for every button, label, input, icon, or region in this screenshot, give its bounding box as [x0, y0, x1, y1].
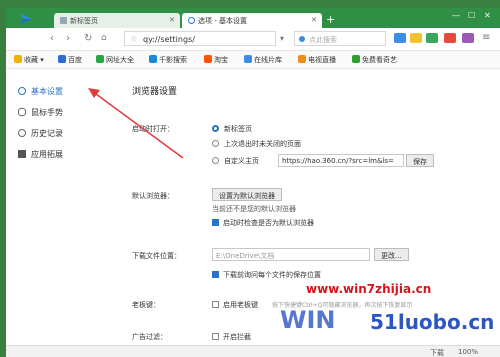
radio-selected-icon — [212, 125, 219, 132]
browser-window: 新标签页 ✕ 选项 - 基本设置 ✕ + — ☐ ✕ ‹ › ↻ ⌂ ☆ qy:… — [6, 8, 500, 357]
default-browser-label: 默认浏览器： — [132, 192, 174, 200]
address-bar[interactable]: ☆ qy://settings/ — [124, 31, 276, 46]
gear-icon — [18, 87, 26, 95]
gear-icon — [188, 17, 195, 24]
default-browser-note: 当前还不是您的默认浏览器 — [212, 205, 296, 213]
check-default-on-startup[interactable]: 启动时检查是否为默认浏览器 — [212, 218, 314, 228]
forward-icon[interactable]: › — [66, 33, 70, 44]
bookmark-item[interactable]: 电视直播 — [298, 55, 336, 65]
checkbox-checked-icon — [212, 271, 219, 278]
checkbox-icon — [212, 333, 219, 340]
bookmark-item[interactable]: 在线片库 — [244, 55, 282, 65]
bookmarks-bar: 收藏 ▾ 百度 网址大全 千影搜索 淘宝 在线片库 电视直播 免费看奇艺 — [6, 51, 500, 69]
tab-label: 选项 - 基本设置 — [198, 17, 247, 25]
close-window-icon[interactable]: ✕ — [484, 11, 491, 20]
refresh-icon[interactable]: ↻ — [84, 33, 92, 44]
apps-grid-icon — [18, 150, 26, 158]
homepage-url-input[interactable]: https://hao.360.cn/?src=lm&ls= — [278, 154, 404, 167]
radio-icon — [212, 157, 219, 164]
settings-sidebar: 基本设置 鼠标手势 历史记录 应用拓展 — [6, 69, 104, 349]
sidebar-item-mouse-gestures[interactable]: 鼠标手势 — [18, 107, 63, 118]
screen-icon[interactable] — [426, 33, 438, 43]
dropdown-icon[interactable]: ▾ — [280, 34, 284, 43]
radio-custom-home[interactable]: 自定义主页 — [212, 156, 259, 166]
svg-text:WIN: WIN — [280, 306, 336, 334]
maximize-icon[interactable]: ☐ — [468, 11, 475, 20]
star-icon[interactable]: ☆ — [130, 34, 137, 43]
search-input[interactable]: 点此搜索 — [294, 31, 386, 46]
checkbox-icon — [212, 301, 219, 308]
browser-logo-icon — [20, 14, 32, 24]
video-icon — [352, 55, 360, 63]
ad-filter-label: 广告过滤： — [132, 333, 167, 341]
star-icon — [14, 55, 22, 63]
mouse-icon — [18, 108, 26, 116]
checkbox-checked-icon — [212, 219, 219, 226]
clock-icon — [18, 129, 26, 137]
tab-label: 新标签页 — [70, 17, 98, 25]
home-icon[interactable]: ⌂ — [101, 33, 107, 43]
ask-save-location-checkbox[interactable]: 下载前询问每个文件的保存位置 — [212, 270, 321, 280]
search-icon — [149, 55, 157, 63]
site-icon — [96, 55, 104, 63]
back-icon[interactable]: ‹ — [50, 33, 54, 44]
status-bar: 下载 100% — [6, 345, 500, 357]
minimize-icon[interactable]: — — [452, 11, 460, 20]
sidebar-item-history[interactable]: 历史记录 — [18, 128, 63, 139]
tab-bar: 新标签页 ✕ 选项 - 基本设置 ✕ + — ☐ ✕ — [6, 8, 500, 28]
zoom-level[interactable]: 100% — [458, 348, 478, 356]
tab-new-tab[interactable]: 新标签页 ✕ — [54, 13, 180, 28]
watermark-url: www.win7zhijia.cn — [306, 282, 432, 296]
close-tab-icon[interactable]: ✕ — [169, 16, 175, 24]
address-text: qy://settings/ — [143, 35, 195, 44]
download-path-input[interactable]: E:\OneDrive\文档 — [212, 248, 370, 261]
search-placeholder: 点此搜索 — [309, 36, 337, 44]
new-tab-button[interactable]: + — [326, 13, 335, 26]
set-default-browser-button[interactable]: 设置为默认浏览器 — [212, 188, 282, 201]
app-icon[interactable] — [444, 33, 456, 43]
close-tab-icon[interactable]: ✕ — [311, 16, 317, 24]
download-location-label: 下载文件位置： — [132, 252, 181, 260]
radio-restore-pages[interactable]: 上次退出时未关闭的页面 — [212, 139, 301, 149]
sidebar-item-extensions[interactable]: 应用拓展 — [18, 149, 63, 160]
watermark-brand: 51luobo.cn — [370, 310, 495, 334]
radio-new-tab[interactable]: 新标签页 — [212, 124, 252, 134]
save-homepage-button[interactable]: 保存 — [406, 154, 434, 167]
radio-icon — [212, 140, 219, 147]
grid-icon — [60, 17, 67, 24]
extension-icon[interactable] — [394, 33, 406, 43]
navigation-bar: ‹ › ↻ ⌂ ☆ qy://settings/ ▾ 点此搜索 ≡ — [6, 28, 500, 51]
bookmark-item[interactable]: 淘宝 — [204, 55, 228, 65]
bookmark-item[interactable]: 免费看奇艺 — [352, 55, 397, 65]
taobao-icon — [204, 55, 212, 63]
enable-ad-block-checkbox[interactable]: 开启拦截 — [212, 332, 251, 342]
baidu-icon — [58, 55, 66, 63]
startup-label: 启动时打开： — [132, 125, 174, 133]
bookmark-item[interactable]: 千影搜索 — [149, 55, 187, 65]
skin-icon[interactable] — [462, 33, 474, 43]
download-status[interactable]: 下载 — [430, 348, 444, 357]
bookmark-item[interactable]: 网址大全 — [96, 55, 134, 65]
notes-icon[interactable] — [410, 33, 422, 43]
sidebar-item-basic-settings[interactable]: 基本设置 — [18, 86, 63, 97]
bookmark-favorites[interactable]: 收藏 ▾ — [14, 55, 44, 65]
search-engine-icon[interactable] — [299, 36, 305, 42]
page-title: 浏览器设置 — [132, 87, 178, 97]
bookmark-item[interactable]: 百度 — [58, 55, 82, 65]
film-icon — [244, 55, 252, 63]
menu-icon[interactable]: ≡ — [482, 32, 490, 43]
windows-logo-watermark: WIN — [280, 306, 336, 334]
enable-boss-key-checkbox[interactable]: 启用老板键 — [212, 300, 258, 310]
tab-settings[interactable]: 选项 - 基本设置 ✕ — [182, 13, 322, 28]
tv-icon — [298, 55, 306, 63]
boss-key-label: 老板键： — [132, 301, 160, 309]
change-path-button[interactable]: 更改... — [374, 248, 409, 261]
